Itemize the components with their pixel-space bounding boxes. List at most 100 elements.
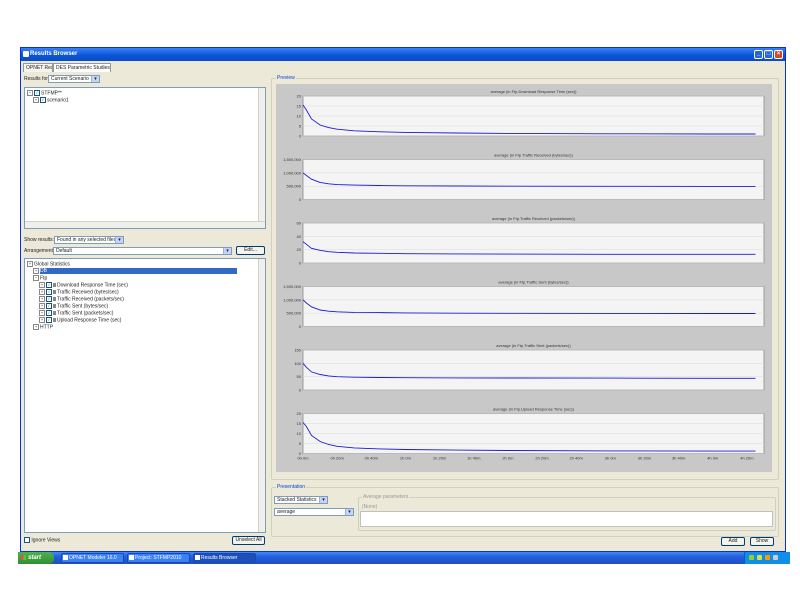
checkbox[interactable]: ✓ bbox=[46, 296, 52, 302]
stat-tree-label: Traffic Sent (bytes/sec) bbox=[57, 303, 109, 310]
stat-tree-label: Traffic Sent (packets/sec) bbox=[57, 310, 114, 317]
chart-title: average (in Ftp.Download Response Time (… bbox=[490, 89, 577, 94]
close-button[interactable]: × bbox=[774, 50, 783, 59]
average-parameters-field[interactable] bbox=[360, 511, 773, 527]
horizontal-scrollbar[interactable] bbox=[25, 221, 265, 228]
expand-icon[interactable]: + bbox=[39, 303, 45, 309]
stat-tree-label: Download Response Time (sec) bbox=[57, 282, 128, 289]
stat-tree-item[interactable]: − Ftp bbox=[33, 275, 47, 281]
volume-icon[interactable] bbox=[757, 555, 762, 560]
expand-icon[interactable]: + bbox=[27, 261, 33, 267]
chevron-down-icon[interactable]: ▾ bbox=[345, 509, 353, 515]
ignore-views-option[interactable]: Ignore Views bbox=[24, 537, 60, 543]
stat-tree-item[interactable]: + ✓ Traffic Sent (packets/sec) bbox=[39, 310, 113, 316]
plot-frame bbox=[302, 286, 765, 327]
chevron-down-icon[interactable]: ▾ bbox=[115, 237, 123, 243]
y-tick-label: 150 bbox=[294, 348, 301, 353]
results-for-select[interactable]: Current Scenario ▾ bbox=[48, 75, 100, 83]
y-tick-label: 10 bbox=[297, 114, 302, 119]
expand-icon[interactable]: − bbox=[33, 275, 39, 281]
x-tick-label: 0h 20m bbox=[330, 456, 344, 461]
presentation-mode-select[interactable]: Stacked Statistics ▾ bbox=[274, 496, 328, 504]
clock-icon[interactable] bbox=[773, 555, 778, 560]
results-for-value: Current Scenario bbox=[51, 76, 89, 82]
chevron-down-icon[interactable]: ▾ bbox=[223, 248, 231, 254]
y-tick-label: 1,500,000 bbox=[283, 157, 302, 162]
tree-item-project[interactable]: − ✓ STFMP** bbox=[27, 90, 62, 96]
title-bar[interactable]: Results Browser _ □ × bbox=[21, 48, 785, 61]
start-button[interactable]: start bbox=[18, 552, 54, 564]
checkbox[interactable]: ✓ bbox=[46, 282, 52, 288]
y-tick-label: 60 bbox=[297, 221, 302, 226]
show-results-label: Show results: bbox=[24, 237, 55, 243]
y-tick-label: 0 bbox=[299, 197, 302, 202]
stat-tree-item[interactable]: + ✓ Traffic Received (packets/sec) bbox=[39, 296, 124, 302]
y-tick-label: 1,000,000 bbox=[283, 170, 302, 175]
stat-tree-item[interactable]: + ✓ Traffic Received (bytes/sec) bbox=[39, 289, 119, 295]
maximize-button[interactable]: □ bbox=[764, 50, 773, 59]
vertical-scrollbar[interactable] bbox=[258, 88, 265, 228]
expand-icon[interactable]: + bbox=[33, 268, 39, 274]
checkbox[interactable]: ✓ bbox=[46, 317, 52, 323]
stacked-statistics-chart: average (in Ftp.Download Response Time (… bbox=[283, 89, 765, 461]
security-icon[interactable] bbox=[765, 555, 770, 560]
network-icon[interactable] bbox=[749, 555, 754, 560]
y-tick-label: 50 bbox=[297, 374, 302, 379]
expand-icon[interactable]: + bbox=[33, 97, 39, 103]
stat-tree-item[interactable]: + ✓ Download Response Time (sec) bbox=[39, 282, 128, 288]
plot-frame bbox=[302, 349, 765, 391]
tab-des-parametric-studies[interactable]: DES Parametric Studies bbox=[53, 63, 111, 72]
tree-item-label: STFMP** bbox=[41, 90, 62, 97]
statistic-icon bbox=[53, 283, 56, 287]
edit-arrangement-button[interactable]: Edit... bbox=[236, 246, 265, 255]
app-icon bbox=[195, 555, 200, 560]
taskbar-item-label: Results Browser bbox=[201, 555, 238, 561]
expand-icon[interactable]: + bbox=[33, 324, 39, 330]
arrangement-label: Arrangement: bbox=[24, 248, 55, 254]
expand-icon[interactable]: + bbox=[39, 282, 45, 288]
stat-tree-item[interactable]: + DB bbox=[33, 268, 237, 275]
checkbox[interactable]: ✓ bbox=[40, 97, 46, 103]
taskbar-item-opnet[interactable]: OPNET Modeler 16.0 bbox=[61, 553, 124, 563]
ignore-views-checkbox[interactable] bbox=[24, 537, 30, 543]
statistics-tree-panel: + Global Statistics + DB − Ftp + ✓ Download Resp… bbox=[24, 258, 266, 533]
checkbox[interactable]: ✓ bbox=[34, 90, 40, 96]
x-tick-label: 0h 40m bbox=[365, 456, 379, 461]
y-tick-label: 0 bbox=[299, 324, 302, 329]
app-icon bbox=[129, 555, 134, 560]
unselect-all-button[interactable]: Unselect All bbox=[232, 536, 265, 545]
expand-icon[interactable]: + bbox=[39, 296, 45, 302]
minimize-button[interactable]: _ bbox=[754, 50, 763, 59]
stat-tree-item[interactable]: + Global Statistics bbox=[27, 261, 70, 267]
x-tick-label: 2h 20m bbox=[535, 456, 549, 461]
collapse-icon[interactable]: − bbox=[27, 90, 33, 96]
show-button[interactable]: Show bbox=[750, 537, 774, 546]
taskbar-item-project[interactable]: Project: STFMP2010 bbox=[127, 553, 190, 563]
stat-tree-item[interactable]: + ✓ Traffic Sent (bytes/sec) bbox=[39, 303, 108, 309]
filter-select[interactable]: average ▾ bbox=[274, 508, 354, 516]
tree-item-scenario[interactable]: + ✓ scenario1 bbox=[33, 97, 69, 103]
show-results-select[interactable]: Found in any selected files ▾ bbox=[54, 236, 124, 244]
tab-opnet-results[interactable]: OPNET Results bbox=[23, 63, 53, 72]
checkbox[interactable]: ✓ bbox=[46, 303, 52, 309]
arrangement-value: Default bbox=[56, 248, 72, 254]
expand-icon[interactable]: + bbox=[39, 289, 45, 295]
vertical-scrollbar[interactable] bbox=[258, 259, 265, 532]
chevron-down-icon[interactable]: ▾ bbox=[319, 497, 327, 503]
stat-tree-item[interactable]: + ✓ Upload Response Time (sec) bbox=[39, 317, 121, 323]
x-tick-label: 1h 40m bbox=[467, 456, 481, 461]
expand-icon[interactable]: + bbox=[39, 310, 45, 316]
add-button[interactable]: Add bbox=[721, 537, 745, 546]
show-results-value: Found in any selected files bbox=[57, 237, 117, 243]
y-tick-label: 500,000 bbox=[287, 311, 302, 316]
chevron-down-icon[interactable]: ▾ bbox=[91, 76, 99, 82]
y-tick-label: 15 bbox=[297, 104, 302, 109]
taskbar-item-results-browser[interactable]: Results Browser bbox=[193, 553, 256, 563]
checkbox[interactable]: ✓ bbox=[46, 310, 52, 316]
expand-icon[interactable]: + bbox=[39, 317, 45, 323]
arrangement-select[interactable]: Default ▾ bbox=[53, 247, 232, 255]
stat-tree-item[interactable]: + HTTP bbox=[33, 324, 53, 330]
stat-tree-label: HTTP bbox=[40, 324, 54, 331]
y-tick-label: 500,000 bbox=[287, 184, 302, 189]
checkbox[interactable]: ✓ bbox=[46, 289, 52, 295]
